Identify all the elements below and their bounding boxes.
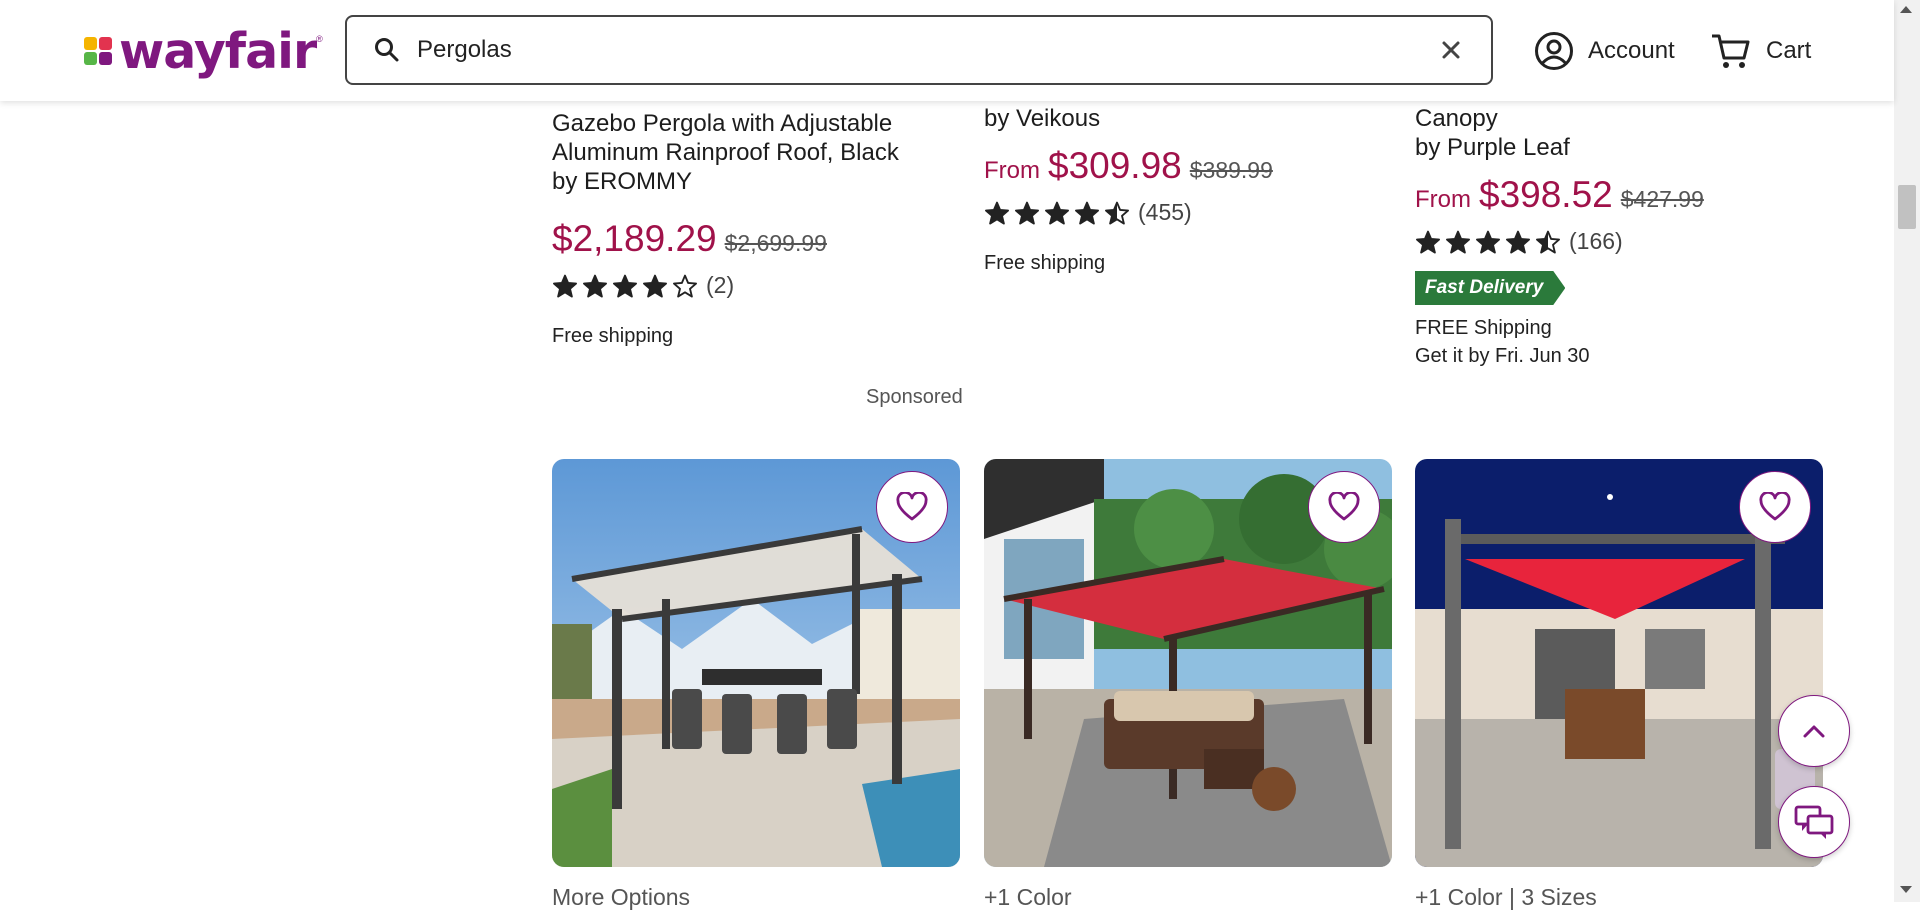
search-input[interactable]: Pergolas (417, 36, 1439, 64)
star-icon (1476, 230, 1500, 253)
from-label: From (1415, 186, 1471, 213)
options-text: More Options (552, 884, 691, 910)
product-info-2: by Veikous From $309.98 $389.99 (455) Fr… (984, 104, 1384, 275)
star-icon (1045, 201, 1069, 224)
price-row: From $398.52 $427.99 (1415, 174, 1815, 216)
star-icon (613, 274, 637, 297)
star-icon (553, 274, 577, 297)
sponsored-label: Sponsored (866, 386, 963, 408)
star-icon (1075, 201, 1099, 224)
rating[interactable]: (2) (552, 272, 952, 299)
sale-price: $398.52 (1479, 174, 1613, 215)
chat-button[interactable] (1778, 786, 1850, 858)
shipping-text: Free shipping (984, 252, 1106, 274)
favorite-button[interactable] (1308, 471, 1380, 543)
review-count: (455) (1138, 199, 1192, 225)
chevron-up-icon (1803, 725, 1825, 738)
star-icon (1446, 230, 1470, 253)
shipping-text: Free shipping (552, 325, 674, 347)
scroll-to-top-button[interactable] (1778, 695, 1850, 767)
heart-icon (896, 492, 928, 521)
favorite-button[interactable] (876, 471, 948, 543)
clear-icon[interactable] (1439, 38, 1463, 62)
star-rating (552, 274, 702, 298)
star-icon (673, 274, 697, 297)
star-icon (1536, 230, 1560, 253)
chat-icon (1794, 805, 1834, 839)
product-title[interactable]: by Veikous (984, 104, 1384, 133)
star-icon (1506, 230, 1530, 253)
star-rating (1415, 230, 1565, 254)
star-rating (984, 201, 1134, 225)
cart-button[interactable]: Cart (1710, 28, 1811, 74)
star-icon (985, 201, 1009, 224)
product-info-1: Gazebo Pergola with Adjustable Aluminum … (552, 109, 952, 348)
fast-delivery-badge: Fast Delivery (1415, 271, 1566, 305)
review-count: (166) (1569, 228, 1623, 254)
from-label: From (984, 157, 1040, 184)
favorite-button[interactable] (1739, 471, 1811, 543)
cart-icon (1712, 34, 1750, 68)
star-icon (1416, 230, 1440, 253)
rating[interactable]: (455) (984, 199, 1384, 226)
scroll-up-arrow-icon[interactable] (1900, 6, 1912, 13)
star-icon (1105, 201, 1129, 224)
shipping-text: FREE Shipping (1415, 317, 1552, 339)
rating[interactable]: (166) (1415, 228, 1815, 255)
scrollbar-thumb[interactable] (1898, 185, 1916, 229)
price-row: From $309.98 $389.99 (984, 145, 1384, 187)
review-count: (2) (706, 272, 735, 298)
account-label: Account (1588, 37, 1675, 64)
cart-label: Cart (1766, 37, 1812, 64)
original-price: $427.99 (1620, 186, 1704, 212)
star-icon (583, 274, 607, 297)
product-card-3[interactable] (1415, 459, 1823, 867)
heart-icon (1759, 492, 1791, 521)
delivery-date: Get it by Fri. Jun 30 (1415, 345, 1590, 367)
heart-icon (1328, 492, 1360, 521)
product-card-2[interactable] (984, 459, 1392, 867)
product-title[interactable]: Gazebo Pergola with Adjustable Aluminum … (552, 109, 952, 196)
logo-text: wayfair (119, 22, 317, 80)
account-button[interactable]: Account (1534, 28, 1675, 74)
search-bar[interactable]: Pergolas (345, 15, 1493, 85)
logo-mark-icon (84, 37, 112, 65)
site-header: wayfair ® Pergolas Account Cart (0, 0, 1894, 101)
product-card-1[interactable] (552, 459, 960, 867)
scroll-down-arrow-icon[interactable] (1900, 886, 1912, 893)
options-text: +1 Color (984, 884, 1072, 910)
star-icon (1015, 201, 1039, 224)
sale-price: $2,189.29 (552, 218, 717, 259)
product-title[interactable]: Canopy by Purple Leaf (1415, 104, 1815, 162)
search-icon (375, 38, 399, 62)
account-icon (1535, 32, 1573, 70)
price-row: $2,189.29 $2,699.99 (552, 218, 952, 260)
wayfair-logo[interactable]: wayfair ® (81, 22, 323, 80)
scrollbar[interactable] (1894, 0, 1920, 902)
star-icon (643, 274, 667, 297)
original-price: $389.99 (1189, 157, 1273, 183)
original-price: $2,699.99 (724, 230, 827, 256)
product-info-3: Canopy by Purple Leaf From $398.52 $427.… (1415, 104, 1815, 368)
sale-price: $309.98 (1048, 145, 1182, 186)
options-text: +1 Color | 3 Sizes (1415, 884, 1597, 910)
